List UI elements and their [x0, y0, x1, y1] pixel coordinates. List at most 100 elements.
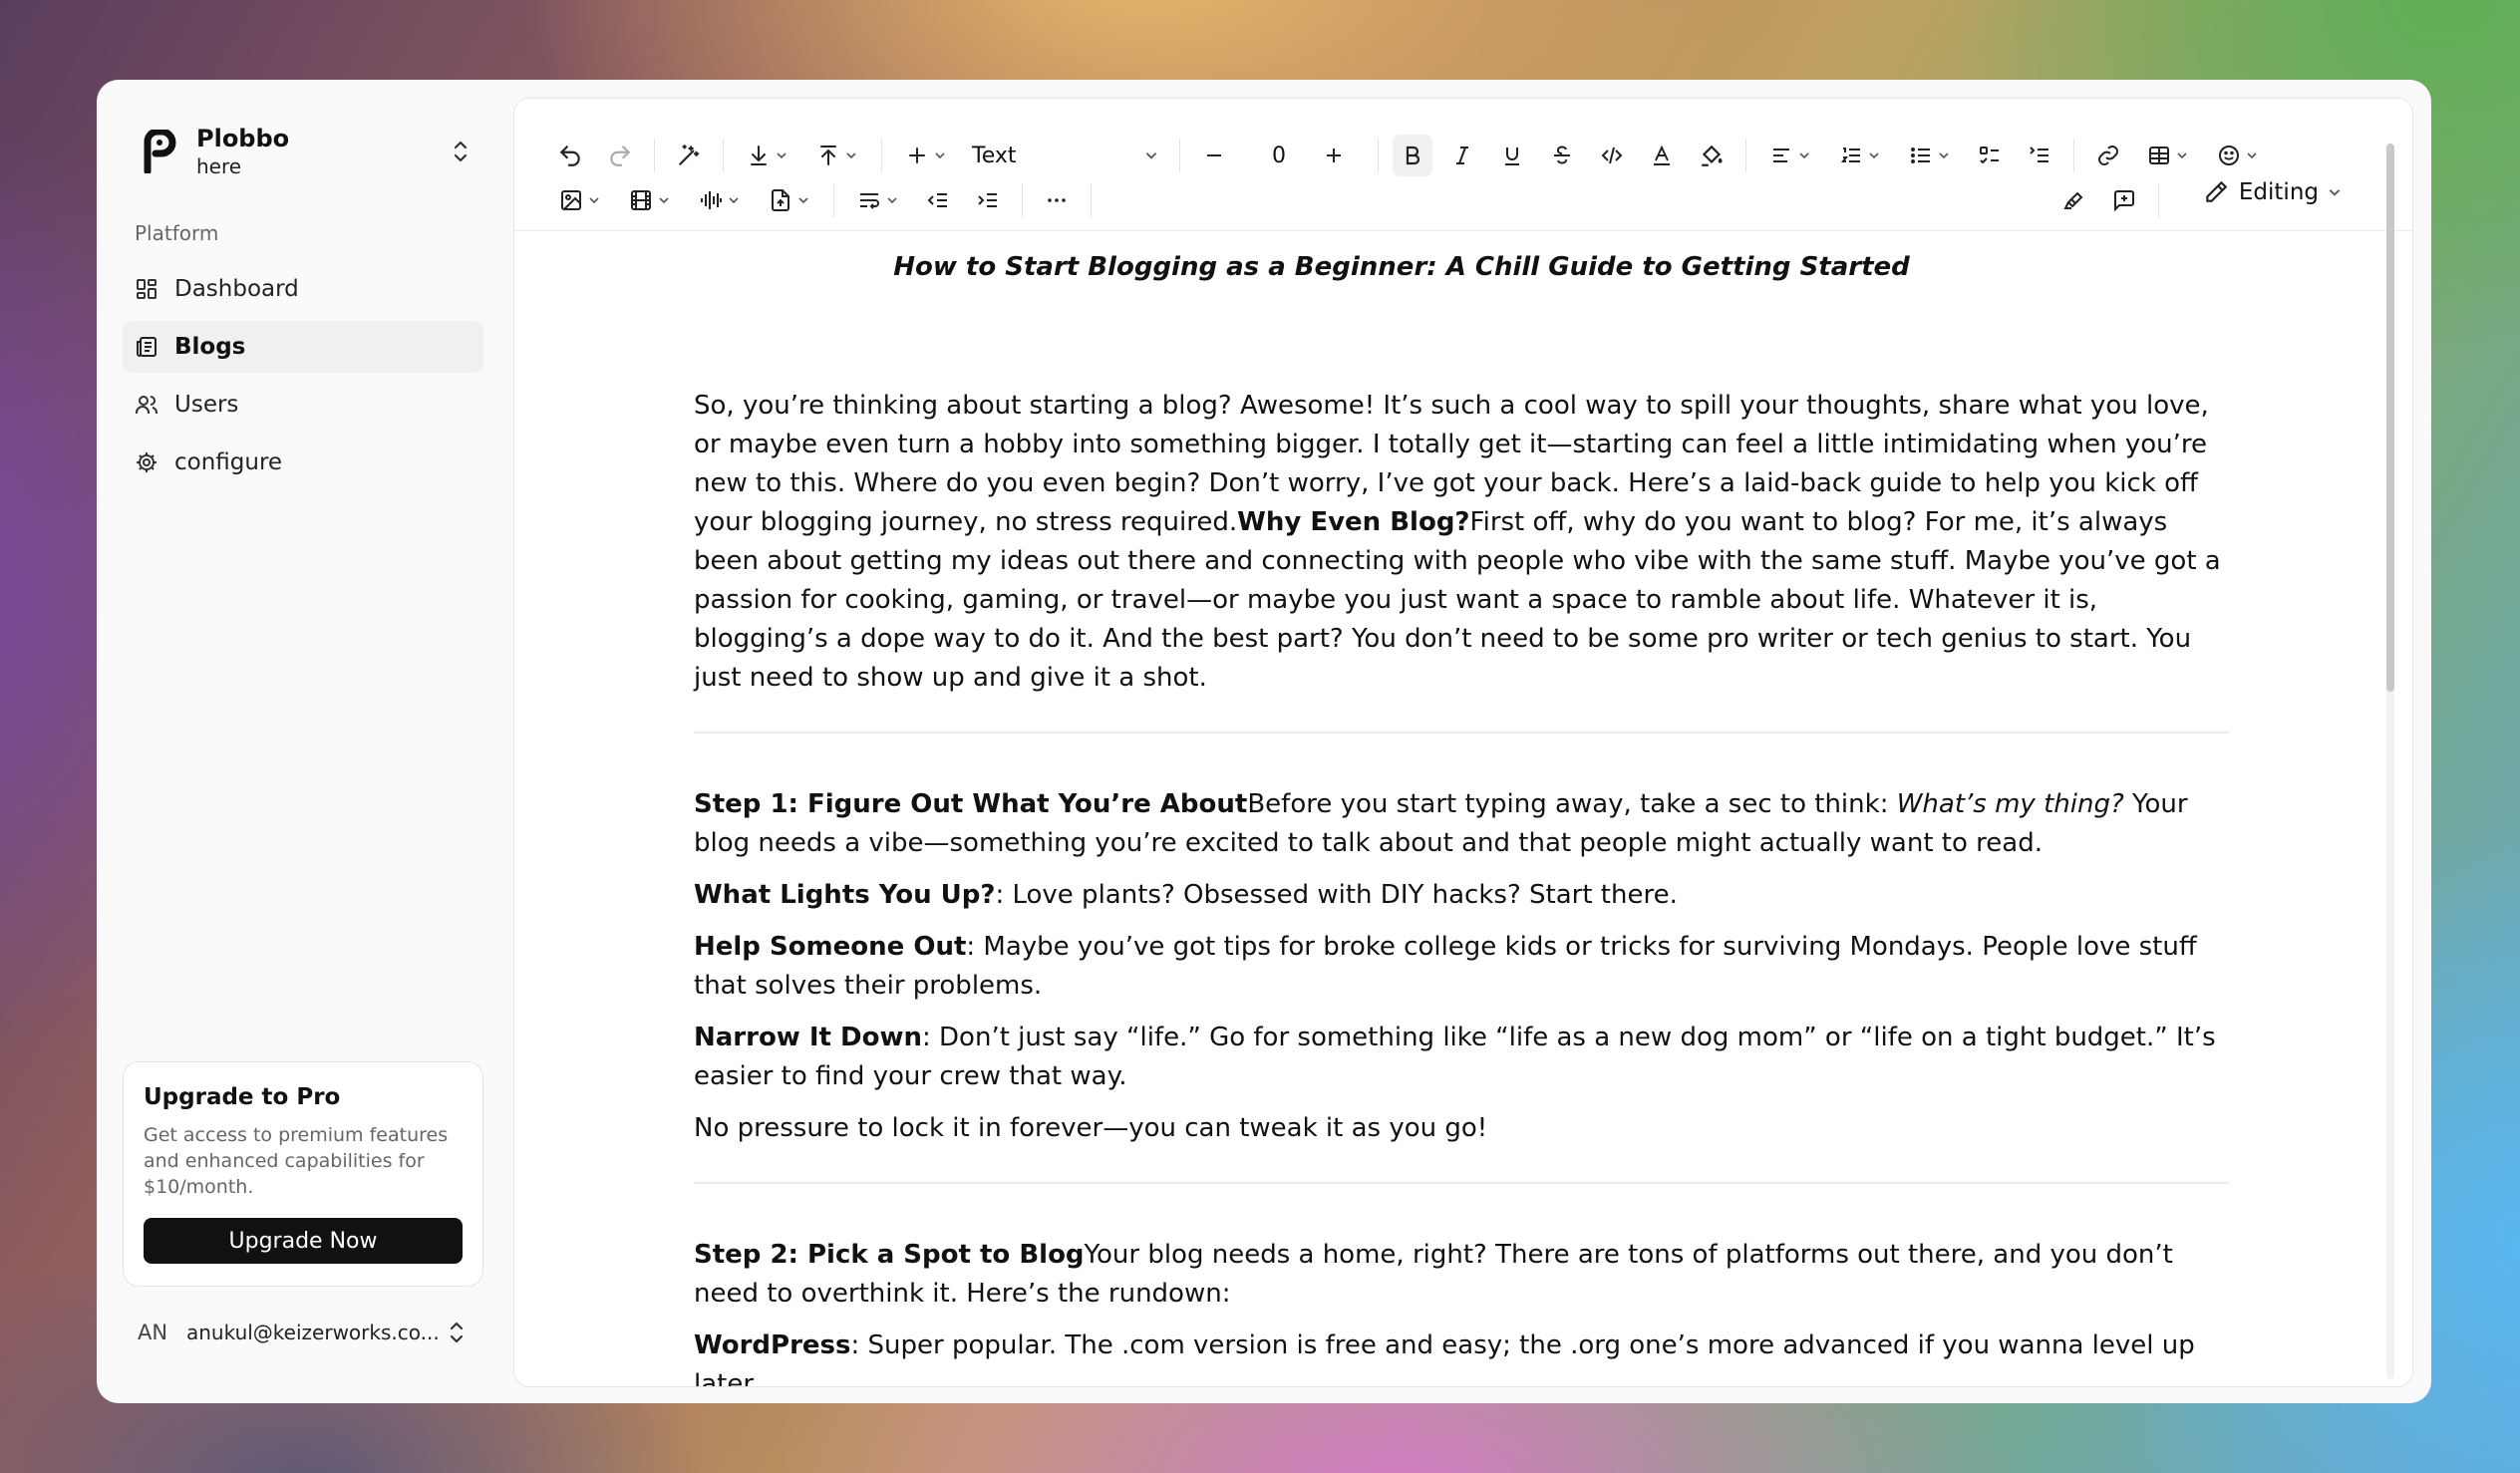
editor-toolbar: Text 0 Editing	[514, 99, 2412, 231]
bullet-list-dropdown[interactable]	[1900, 135, 1960, 176]
sidebar-item-blogs[interactable]: Blogs	[123, 321, 483, 373]
upgrade-card: Upgrade to Pro Get access to premium fea…	[123, 1061, 483, 1287]
step1-heading: Step 1: Figure Out What You’re About	[694, 789, 1248, 819]
sidebar-item-configure[interactable]: configure	[123, 437, 483, 488]
underline-icon[interactable]	[1492, 135, 1532, 176]
image-dropdown[interactable]	[550, 179, 610, 221]
upgrade-description: Get access to premium features and enhan…	[144, 1124, 449, 1198]
video-dropdown[interactable]	[620, 179, 680, 221]
chevron-down-icon	[2329, 189, 2341, 196]
editor-scrollbar[interactable]	[2386, 144, 2394, 1379]
toolbar-row-2	[550, 177, 1105, 223]
file-upload-dropdown[interactable]	[760, 179, 819, 221]
italic-icon[interactable]	[1442, 135, 1482, 176]
list-item: Help Someone Out: Maybe you’ve got tips …	[694, 932, 2197, 1001]
divider	[694, 732, 2229, 734]
sidebar-item-label: Dashboard	[174, 276, 299, 302]
users-icon	[133, 391, 160, 419]
sidebar-nav: Dashboard Blogs Users configure	[123, 263, 483, 494]
line-height-dropdown[interactable]	[848, 179, 908, 221]
upgrade-title: Upgrade to Pro	[144, 1084, 341, 1110]
bold-icon[interactable]	[1393, 135, 1432, 176]
sidebar-item-dashboard[interactable]: Dashboard	[123, 263, 483, 315]
toolbar-divider	[1022, 183, 1023, 217]
blogs-icon	[133, 333, 160, 361]
scrollbar-thumb[interactable]	[2386, 144, 2394, 692]
list-item: What Lights You Up?: Love plants? Obsess…	[694, 880, 1678, 910]
toggle-list-icon[interactable]	[2020, 135, 2059, 176]
workspace-switcher[interactable]: Plobbo here	[137, 116, 475, 187]
add-comment-icon[interactable]	[2104, 179, 2144, 221]
numbered-list-dropdown[interactable]	[1830, 135, 1890, 176]
sidebar-item-users[interactable]: Users	[123, 379, 483, 431]
toolbar-divider	[654, 139, 655, 172]
sidebar-item-label: Users	[174, 392, 239, 418]
download-dropdown[interactable]	[738, 135, 797, 176]
chevrons-up-down-icon[interactable]	[446, 137, 475, 166]
brand-name: Plobbo	[196, 125, 290, 152]
avatar: AN	[137, 1321, 168, 1344]
toolbar-row-1: Text 0	[550, 133, 2278, 178]
audio-dropdown[interactable]	[690, 179, 750, 221]
align-dropdown[interactable]	[1760, 135, 1820, 176]
upload-dropdown[interactable]	[807, 135, 867, 176]
why-heading: Why Even Blog?	[1237, 507, 1470, 537]
font-size-input[interactable]: 0	[1244, 144, 1314, 168]
undo-icon[interactable]	[550, 135, 590, 176]
paragraph-step1: Step 1: Figure Out What You’re AboutBefo…	[694, 789, 2188, 858]
list-item: Narrow It Down: Don’t just say “life.” G…	[694, 1023, 2216, 1091]
toolbar-divider	[1745, 139, 1746, 172]
list-item: WordPress: Super popular. The .com versi…	[694, 1330, 2195, 1387]
document-content[interactable]: How to Start Blogging as a Beginner: A C…	[694, 234, 2229, 1387]
redo-icon[interactable]	[600, 135, 640, 176]
insert-dropdown[interactable]	[896, 135, 956, 176]
font-size-stepper: 0	[1194, 135, 1364, 176]
section-label-platform: Platform	[135, 221, 219, 245]
font-size-decrease-button[interactable]	[1194, 135, 1234, 176]
outdent-icon[interactable]	[918, 179, 958, 221]
brand-subtitle: here	[196, 154, 242, 178]
settings-gear-icon	[133, 448, 160, 476]
block-type-select[interactable]: Text	[966, 135, 1165, 176]
toolbar-divider	[2073, 139, 2074, 172]
highlighter-icon[interactable]	[2054, 179, 2094, 221]
editing-mode-label: Editing	[2238, 179, 2319, 205]
toolbar-divider	[2158, 183, 2159, 217]
user-email: anukul@keizerworks.co...	[186, 1321, 440, 1344]
toolbar-divider	[1091, 183, 1092, 217]
toolbar-divider	[1179, 139, 1180, 172]
dashboard-icon	[133, 275, 160, 303]
todo-list-icon[interactable]	[1970, 135, 2010, 176]
toolbar-divider	[723, 139, 724, 172]
editing-mode-dropdown[interactable]: Editing	[2203, 179, 2343, 205]
toolbar-divider	[833, 183, 834, 217]
indent-icon[interactable]	[968, 179, 1008, 221]
table-dropdown[interactable]	[2138, 135, 2198, 176]
paragraph-intro: So, you’re thinking about starting a blo…	[694, 391, 2221, 693]
ai-magic-wand-icon[interactable]	[669, 135, 709, 176]
divider	[694, 1182, 2229, 1184]
user-menu[interactable]: AN anukul@keizerworks.co...	[133, 1308, 472, 1357]
editor-card: Text 0 Editing How to Start Blogging as …	[513, 98, 2413, 1387]
text-color-icon[interactable]	[1642, 135, 1682, 176]
more-options-icon[interactable]	[1037, 179, 1077, 221]
sidebar-item-label: configure	[174, 449, 283, 475]
paragraph-step2: Step 2: Pick a Spot to BlogYour blog nee…	[694, 1240, 2173, 1309]
sidebar: Plobbo here Platform Dashboard Blogs Use…	[97, 80, 495, 1403]
chevrons-up-down-icon[interactable]	[442, 1318, 472, 1347]
highlight-fill-icon[interactable]	[1692, 135, 1732, 176]
plobbo-logo-icon	[137, 129, 182, 174]
block-type-value: Text	[972, 143, 1017, 168]
upgrade-now-button[interactable]: Upgrade Now	[144, 1218, 463, 1264]
paragraph-step1-closing: No pressure to lock it in forever—you ca…	[694, 1113, 1488, 1143]
code-icon[interactable]	[1592, 135, 1632, 176]
strikethrough-icon[interactable]	[1542, 135, 1582, 176]
app-window: Plobbo here Platform Dashboard Blogs Use…	[97, 80, 2431, 1403]
sidebar-item-label: Blogs	[174, 334, 246, 360]
document-title: How to Start Blogging as a Beginner: A C…	[893, 252, 1910, 282]
link-icon[interactable]	[2088, 135, 2128, 176]
step2-heading: Step 2: Pick a Spot to Blog	[694, 1240, 1085, 1270]
emoji-dropdown[interactable]	[2208, 135, 2268, 176]
toolbar-right-actions	[2054, 179, 2173, 221]
font-size-increase-button[interactable]	[1314, 135, 1354, 176]
